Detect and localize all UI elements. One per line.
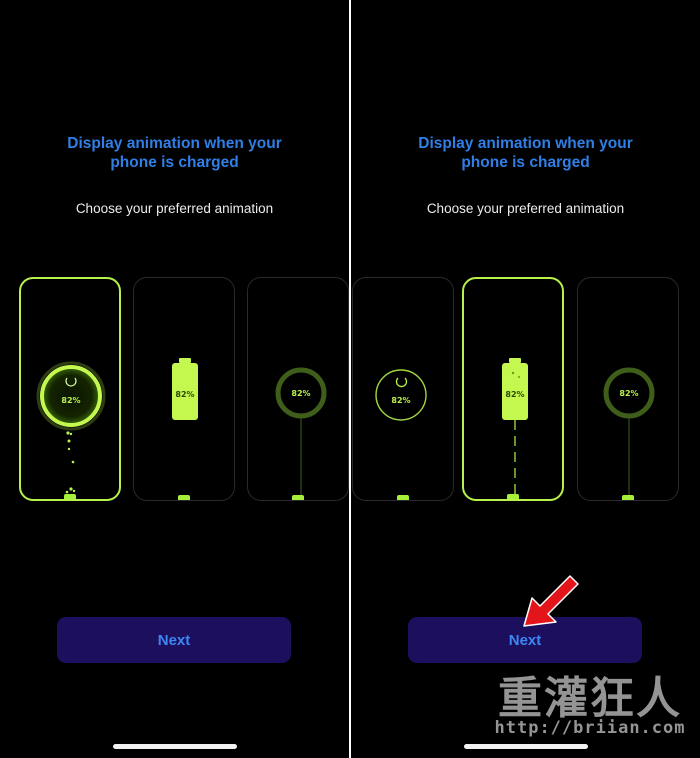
screen-right: Display animation when your phone is cha… (351, 0, 700, 758)
animation-option-battery[interactable]: 82% (133, 277, 235, 501)
charging-connector-icon (397, 495, 409, 500)
charging-connector-icon (178, 495, 190, 500)
charging-connector-icon (64, 494, 76, 499)
battery-percent-label: 82% (505, 390, 524, 399)
charging-connector-icon (292, 495, 304, 500)
screen-left: Display animation when your phone is cha… (0, 0, 349, 758)
home-indicator[interactable] (464, 744, 588, 749)
battery-percent-label: 82% (391, 396, 410, 405)
charging-connector-icon (507, 494, 519, 499)
battery-percent-label: 82% (291, 389, 310, 398)
battery-preview-icon: 82% (172, 358, 198, 420)
page-title: Display animation when your phone is cha… (67, 135, 282, 171)
watermark-title: 重灌狂人 (498, 673, 682, 724)
red-arrow-pointer-icon (523, 575, 579, 627)
home-indicator[interactable] (113, 744, 237, 749)
animation-option-ring-drops[interactable]: 82% (19, 277, 121, 501)
watermark: 重灌狂人 http://briian.com (488, 673, 692, 739)
page-subtitle: Choose your preferred animation (75, 201, 274, 216)
ring-line-preview-icon: 82% (275, 367, 327, 500)
animation-option-ring-line[interactable]: 82% (577, 277, 679, 501)
page-subtitle: Choose your preferred animation (426, 201, 625, 216)
animation-option-ring[interactable]: 82% (352, 277, 454, 501)
animation-option-ring-line[interactable]: 82% (247, 277, 349, 501)
ring-line-preview-icon: 82% (603, 367, 655, 500)
battery-preview-icon: 82% (502, 358, 528, 501)
watermark-url: http://briian.com (494, 718, 686, 738)
charging-connector-icon (622, 495, 634, 500)
battery-percent-label: 82% (175, 390, 194, 399)
animation-option-battery[interactable]: 82% (462, 277, 564, 501)
page-title: Display animation when your phone is cha… (418, 135, 633, 171)
battery-percent-label: 82% (61, 396, 80, 405)
battery-percent-label: 82% (619, 389, 638, 398)
next-button[interactable]: Next (57, 617, 291, 663)
ring-preview-icon: 82% (375, 369, 427, 421)
ring-drops-preview-icon: 82% (36, 361, 106, 494)
